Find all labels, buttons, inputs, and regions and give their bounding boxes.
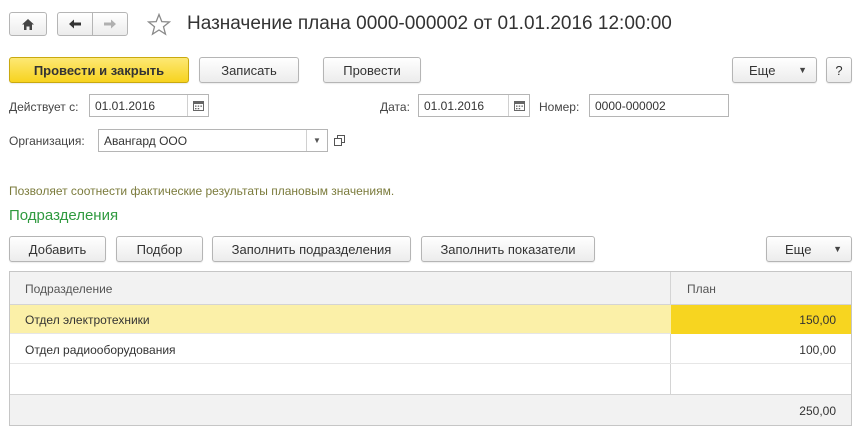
open-icon[interactable] [330,131,348,150]
date-field[interactable]: 01.01.2016 [418,94,530,117]
org-label: Организация: [9,134,85,148]
arrow-left-icon [69,19,81,29]
table-more-button[interactable]: Еще ▼ [766,236,852,262]
date-label: Дата: [380,100,410,114]
post-button[interactable]: Провести [323,57,421,83]
calendar-icon[interactable] [508,95,529,116]
valid-from-label: Действует с: [9,100,79,114]
number-field[interactable]: 0000-000002 [589,94,729,117]
table-row[interactable]: Отдел радиооборудования 100,00 [10,335,851,364]
help-button[interactable]: ? [826,57,852,83]
home-button[interactable] [9,12,47,36]
calendar-icon[interactable] [187,95,208,116]
home-icon [22,18,34,30]
arrow-right-icon [104,19,116,29]
chevron-down-icon: ▼ [798,65,807,75]
column-header-department[interactable]: Подразделение [25,272,112,305]
column-header-plan[interactable]: План [687,272,716,305]
valid-from-field[interactable]: 01.01.2016 [89,94,209,117]
date-value: 01.01.2016 [424,98,485,113]
valid-from-value: 01.01.2016 [95,98,156,113]
chevron-down-icon: ▼ [833,244,842,254]
dropdown-arrow-icon[interactable]: ▼ [306,130,327,151]
page-title: Назначение плана 0000-000002 от 01.01.20… [187,13,672,34]
department-cell: Отдел радиооборудования [25,342,176,357]
post-and-close-button[interactable]: Провести и закрыть [9,57,189,83]
org-field[interactable]: Авангард ООО ▼ [98,129,328,152]
plan-cell: 100,00 [799,342,836,357]
add-button[interactable]: Добавить [9,236,106,262]
plan-cell: 150,00 [671,305,851,334]
forward-button[interactable] [92,12,128,36]
save-button[interactable]: Записать [199,57,299,83]
back-button[interactable] [57,12,93,36]
more-button-label: Еще [749,62,776,78]
fill-departments-button[interactable]: Заполнить подразделения [212,236,411,262]
section-title: Подразделения [9,207,119,224]
pick-button[interactable]: Подбор [116,236,203,262]
table-more-label: Еще [785,241,812,257]
fill-metrics-button[interactable]: Заполнить показатели [421,236,595,262]
hint-text: Позволяет соотнести фактические результа… [9,184,395,198]
star-icon[interactable] [147,13,171,36]
table-row[interactable]: Отдел электротехники 150,00 [10,305,851,334]
table-footer: 250,00 [10,394,851,425]
plan-total: 250,00 [799,403,836,418]
number-label: Номер: [539,100,580,114]
more-button[interactable]: Еще ▼ [732,57,817,83]
table-header: Подразделение План [10,272,851,305]
department-cell: Отдел электротехники [25,312,150,327]
number-value: 0000-000002 [595,98,666,113]
org-value: Авангард ООО [104,133,188,148]
departments-table[interactable]: Подразделение План Отдел электротехники … [9,271,852,426]
